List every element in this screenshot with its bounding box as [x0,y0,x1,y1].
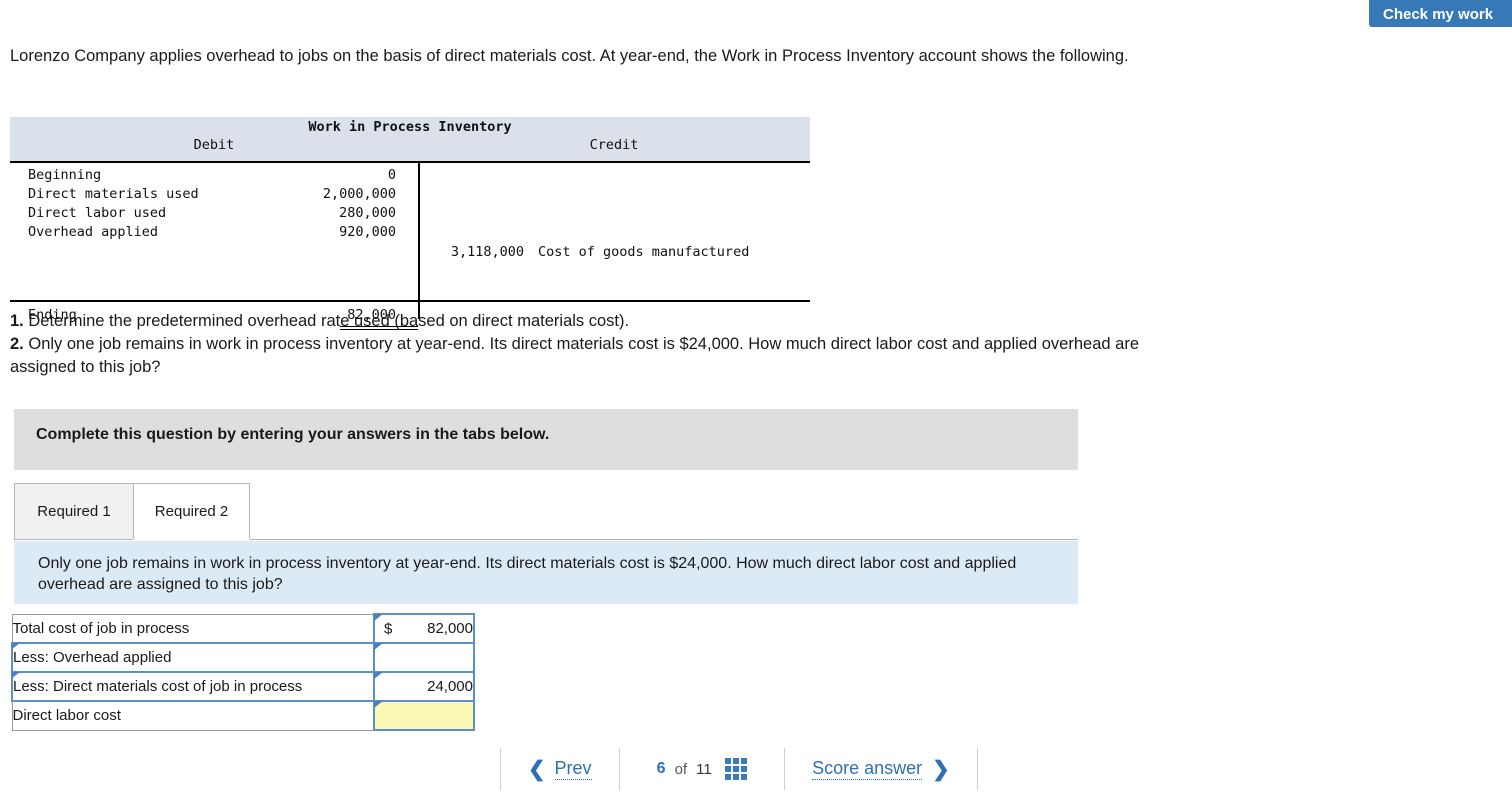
answer-label-text: Less: Overhead applied [13,649,172,666]
tab-required-2[interactable]: Required 2 [133,483,250,540]
taccount-debit-label: Direct labor used [28,205,167,221]
work-in-process-inventory-taccount: Work in Process Inventory Debit Credit B… [10,117,810,330]
taccount-title: Work in Process Inventory [308,119,512,135]
cell-marker-icon [374,643,383,650]
currency-symbol: $ [384,620,393,637]
page-total: 11 [696,760,712,778]
taccount-subtotal-rule [10,300,810,302]
answer-row-input[interactable]: 24,000 [373,671,475,702]
prev-label[interactable]: Prev [554,758,592,780]
answer-row-label: Less: Overhead applied [11,642,375,673]
answer-value: 24,000 [427,678,473,695]
cell-marker-icon [374,701,383,708]
instruction-panel: Complete this question by entering your … [14,409,1078,470]
taccount-header: Work in Process Inventory Debit Credit [10,117,810,161]
chevron-right-icon: ❯ [932,757,950,781]
score-answer-label[interactable]: Score answer [812,758,923,780]
requirement-item: 1. Determine the predetermined overhead … [10,310,1180,333]
answer-value: 82,000 [427,620,473,637]
taccount-credit-row: 3,118,000 Cost of goods manufactured [424,244,749,260]
page-of-label: of [674,760,688,778]
answer-row-label: Total cost of job in process [11,613,375,644]
nav-divider-right [977,748,979,790]
check-my-work-button[interactable]: Check my work [1369,0,1512,27]
answer-row-input[interactable] [373,700,475,731]
requirement-item: 2. Only one job remains in work in proce… [10,333,1180,379]
prev-button[interactable]: ❮ Prev [501,744,619,794]
answer-row: Direct labor cost [11,700,475,731]
question-text: Only one job remains in work in process … [38,555,1017,593]
answer-row: Total cost of job in process $82,000 [11,613,475,644]
taccount-debit-row: Direct labor used 280,000 [10,204,810,223]
requirement-number: 1. [10,312,24,330]
answer-row-input[interactable]: $82,000 [373,613,475,644]
answer-label-text: Direct labor cost [12,707,121,725]
answer-row-label: Less: Direct materials cost of job in pr… [11,671,375,702]
taccount-debit-amount: 280,000 [339,205,396,221]
credit-column-header: Credit [589,137,639,153]
score-answer-button[interactable]: Score answer ❯ [785,744,977,794]
requirement-tabs: Required 1 Required 2 [14,483,1078,541]
taccount-debit-amount: 2,000,000 [322,186,396,202]
page-current: 6 [656,760,666,777]
requirement-text: Determine the predetermined overhead rat… [28,312,630,330]
cell-marker-icon [12,672,20,678]
chevron-left-icon: ❮ [527,757,546,781]
answer-row: Less: Direct materials cost of job in pr… [11,671,475,702]
problem-statement: Lorenzo Company applies overhead to jobs… [10,47,1129,65]
answer-row: Less: Overhead applied [11,642,475,673]
taccount-debit-rows: Beginning 0 Direct materials used 2,000,000… [10,163,810,242]
answer-row-input[interactable] [373,642,475,673]
cell-marker-icon [374,614,383,621]
taccount-debit-row: Direct materials used 2,000,000 [10,185,810,204]
bottom-navigation: ❮ Prev 6 of 11 Score answer ❯ [500,744,979,794]
tab-required-1[interactable]: Required 1 [14,483,134,539]
cell-marker-icon [374,672,383,679]
taccount-debit-label: Overhead applied [28,224,159,240]
answer-label-text: Total cost of job in process [12,619,190,637]
taccount-debit-row: Overhead applied 920,000 [10,223,810,242]
cost-of-goods-manufactured-label: Cost of goods manufactured [538,244,750,260]
page-indicator: 6 of 11 [620,744,784,794]
question-box: Only one job remains in work in process … [14,541,1078,604]
taccount-debit-row: Beginning 0 [10,166,810,185]
answer-table: Total cost of job in process $82,000 Less:… [11,613,475,731]
requirements-list: 1. Determine the predetermined overhead … [10,310,1180,379]
cell-marker-icon [12,643,20,649]
debit-column-header: Debit [193,137,235,153]
taccount-debit-amount: 0 [387,167,396,183]
taccount-debit-label: Beginning [28,167,102,183]
instruction-text: Complete this question by entering your … [36,426,550,443]
taccount-column-headers: Debit Credit [10,137,810,153]
requirement-text: Only one job remains in work in process … [10,335,1139,376]
answer-row-label: Direct labor cost [11,700,375,731]
taccount-body: Beginning 0 Direct materials used 2,000,000… [10,161,810,330]
grid-icon[interactable] [724,758,747,780]
cost-of-goods-manufactured-amount: 3,118,000 [450,244,524,260]
requirement-number: 2. [10,335,24,353]
taccount-debit-label: Direct materials used [28,186,199,202]
answer-label-text: Less: Direct materials cost of job in pr… [13,678,303,695]
taccount-debit-amount: 920,000 [339,224,396,240]
